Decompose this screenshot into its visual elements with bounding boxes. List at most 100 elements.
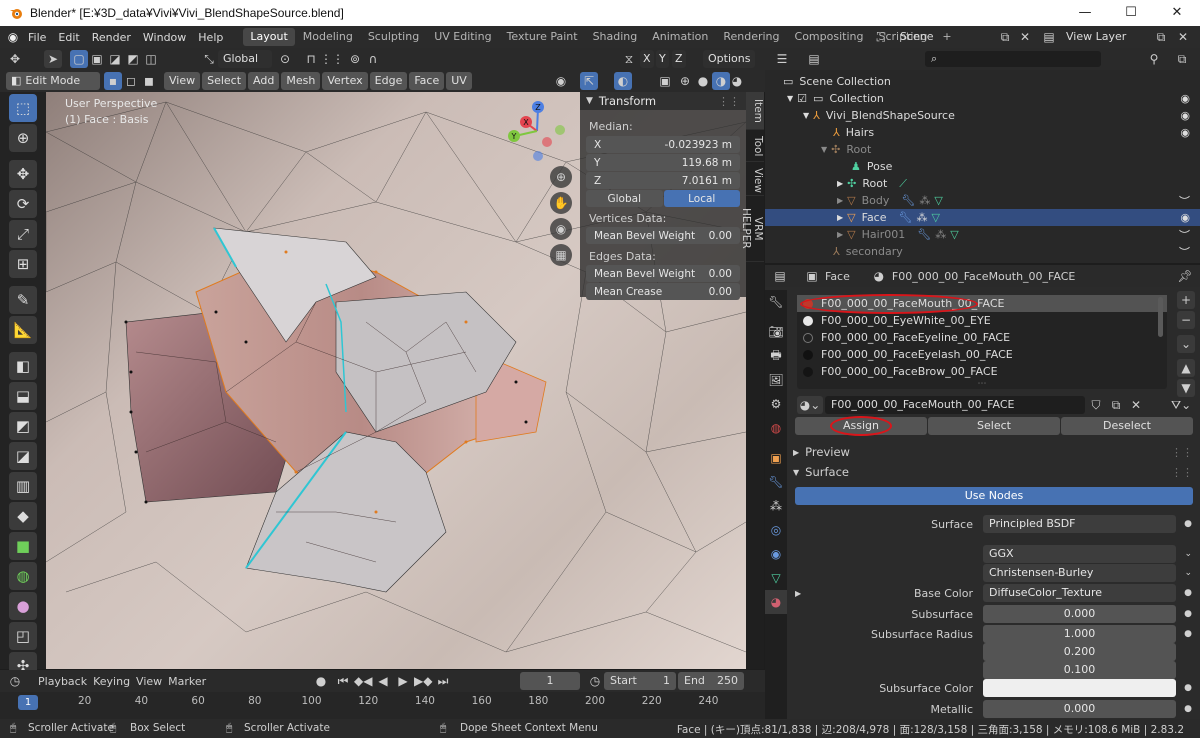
minimize-button[interactable]: — (1062, 0, 1108, 26)
snap-target-icon[interactable]: ⋮⋮ (320, 50, 344, 68)
view-layer-selector[interactable]: View Layer (1060, 28, 1140, 46)
menu-vertex[interactable]: Vertex (322, 72, 368, 90)
play-icon[interactable]: ▶ (394, 672, 412, 690)
node-socket-icon[interactable]: ● (1184, 704, 1192, 714)
falloff-icon[interactable]: ∩ (364, 50, 382, 68)
duplicate-material-icon[interactable]: ⧉ (1107, 396, 1125, 414)
scale-tool-icon[interactable]: ⤢ (9, 220, 37, 248)
mirror-x-toggle[interactable]: X (640, 50, 654, 68)
expand-arrow-icon[interactable]: ▶ (837, 196, 843, 205)
tab-animation[interactable]: Animation (645, 28, 715, 46)
menu-view[interactable]: View (164, 72, 201, 90)
visibility-off-icon[interactable]: ︶ (1179, 244, 1190, 260)
select-mode-invert-icon[interactable]: ◩ (124, 50, 142, 68)
scene-icon[interactable]: ⛶ (872, 28, 890, 46)
options-dropdown[interactable]: Options (703, 50, 756, 68)
zoom-icon[interactable]: ⊕ (550, 166, 572, 188)
tab-rendering[interactable]: Rendering (716, 28, 786, 46)
deselect-button[interactable]: Deselect (1061, 417, 1193, 435)
tab-item[interactable]: Item (746, 92, 764, 130)
shading-solid-icon[interactable]: ● (694, 72, 712, 90)
select-mode-subtract-icon[interactable]: ◪ (106, 50, 124, 68)
fake-user-icon[interactable]: ⛉ (1087, 396, 1105, 414)
maximize-button[interactable]: ☐ (1108, 0, 1154, 26)
display-mode-icon[interactable]: ▤ (805, 50, 823, 68)
properties-editor-icon[interactable]: ▤ (771, 267, 789, 285)
mirror-y-toggle[interactable]: Y (656, 50, 669, 68)
unlink-material-icon[interactable]: ✕ (1127, 396, 1145, 414)
physics-tab-icon[interactable]: ◎ (765, 518, 787, 542)
local-toggle[interactable]: Local (663, 190, 740, 207)
data-tab-icon[interactable]: ▽ (765, 566, 787, 590)
annotate-tool-icon[interactable]: ✎ (9, 286, 37, 314)
keying-menu[interactable]: Keying (93, 675, 130, 688)
start-frame-field[interactable]: Start 1 (604, 672, 676, 690)
material-slot-row[interactable]: F00_000_00_FaceEyeline_00_FACE (797, 329, 1167, 346)
material-name-field[interactable]: F00_000_00_FaceMouth_00_FACE (825, 396, 1085, 414)
drag-handle-icon[interactable]: ⋮⋮ (1171, 466, 1193, 479)
menu-add[interactable]: Add (248, 72, 280, 90)
slot-specials-icon[interactable]: ⌄ (1177, 335, 1195, 353)
node-socket-icon[interactable]: ● (1184, 629, 1192, 639)
subsurface-field[interactable]: 0.000 (983, 605, 1176, 623)
render-tab-icon[interactable]: 📷︎ (765, 320, 787, 344)
gizmo-toggle-icon[interactable]: ⇱ (580, 72, 598, 90)
shading-rendered-icon[interactable]: ◕ (728, 72, 746, 90)
outliner-row-hair001[interactable]: ▶ ▽ Hair001 🔧︎ ⁂ ▽ ︶ (765, 226, 1200, 243)
use-nodes-button[interactable]: Use Nodes (795, 487, 1193, 505)
knife-tool-icon[interactable]: ◆ (9, 502, 37, 530)
jump-end-icon[interactable]: ⏭ (434, 672, 452, 690)
outliner-row-pose[interactable]: ♟ Pose (765, 158, 1200, 175)
subsurface-method-dropdown[interactable]: Christensen-Burley (983, 564, 1176, 582)
particles-tab-icon[interactable]: ⁂ (765, 494, 787, 518)
material-slot-row[interactable]: F00_000_00_EyeWhite_00_EYE (797, 312, 1167, 329)
transform-panel-header[interactable]: ▼ Transform ⋮⋮ (580, 92, 746, 110)
smooth-tool-icon[interactable]: ● (9, 592, 37, 620)
surface-shader-field[interactable]: Principled BSDF (983, 515, 1176, 533)
eye-icon[interactable]: ◉ (1180, 92, 1190, 105)
material-tab-icon[interactable]: ◕ (765, 590, 787, 614)
overlay-toggle-icon[interactable]: ◐ (614, 72, 632, 90)
select-button[interactable]: Select (928, 417, 1060, 435)
playback-menu[interactable]: Playback (38, 675, 87, 688)
add-cube-tool-icon[interactable]: ◧ (9, 352, 37, 380)
jump-start-icon[interactable]: ⏮ (334, 672, 352, 690)
expand-arrow-icon[interactable]: ▼ (787, 94, 793, 103)
edge-bevel-weight-field[interactable]: Mean Bevel Weight 0.00 (586, 265, 740, 282)
tab-uv-editing[interactable]: UV Editing (427, 28, 498, 46)
node-socket-icon[interactable]: ● (1184, 588, 1192, 598)
median-z-field[interactable]: Z 7.0161 m (586, 172, 740, 189)
bevel-tool-icon[interactable]: ◪ (9, 442, 37, 470)
expand-arrow-icon[interactable]: ▶ (837, 213, 843, 222)
outliner-row-face[interactable]: ▶ ▽ Face 🔧︎ ⁂ ▽ ◉ (765, 209, 1200, 226)
output-tab-icon[interactable]: 🖶 (765, 344, 787, 368)
outliner-row-hairs[interactable]: ⅄ Hairs ◉ (765, 124, 1200, 141)
menu-window[interactable]: Window (137, 31, 192, 44)
view-layer-tab-icon[interactable]: 🖼︎ (765, 368, 787, 392)
preview-range-icon[interactable]: ◷ (586, 672, 604, 690)
pivot-point-icon[interactable]: ⊙ (276, 50, 294, 68)
outliner-row-root-bone[interactable]: ▶ ✣ Root ⟋ (765, 175, 1200, 192)
node-socket-icon[interactable]: ● (1184, 519, 1192, 529)
view-menu[interactable]: View (136, 675, 162, 688)
expand-arrow-icon[interactable]: ▼ (803, 111, 809, 120)
mirror-icon[interactable]: ⧖ (620, 50, 638, 68)
move-slot-down-icon[interactable]: ▼ (1177, 379, 1195, 397)
distribution-dropdown[interactable]: GGX (983, 545, 1176, 563)
metallic-field[interactable]: 0.000 (983, 700, 1176, 718)
expand-arrow-icon[interactable]: ▼ (821, 145, 827, 154)
menu-file[interactable]: File (22, 31, 52, 44)
eye-icon[interactable]: ◉ (1180, 211, 1190, 224)
rotate-tool-icon[interactable]: ⟳ (9, 190, 37, 218)
base-color-field[interactable]: DiffuseColor_Texture (983, 584, 1176, 602)
visibility-off-icon[interactable]: ︶ (1179, 193, 1190, 209)
outliner-row-vivi-blendshapesource[interactable]: ▼ ⅄ Vivi_BlendShapeSource ◉ (765, 107, 1200, 124)
tab-vrm-helper[interactable]: VRM HELPER (740, 196, 764, 262)
menu-edit[interactable]: Edit (52, 31, 85, 44)
spin-tool-icon[interactable]: ◍ (9, 562, 37, 590)
outliner-row-secondary[interactable]: ⅄ secondary ︶ (765, 243, 1200, 260)
ortho-grid-icon[interactable]: ▦ (550, 244, 572, 266)
delete-view-layer-icon[interactable]: ✕ (1174, 28, 1192, 46)
world-tab-icon[interactable]: ◍ (765, 416, 787, 440)
tab-texture-paint[interactable]: Texture Paint (500, 28, 585, 46)
